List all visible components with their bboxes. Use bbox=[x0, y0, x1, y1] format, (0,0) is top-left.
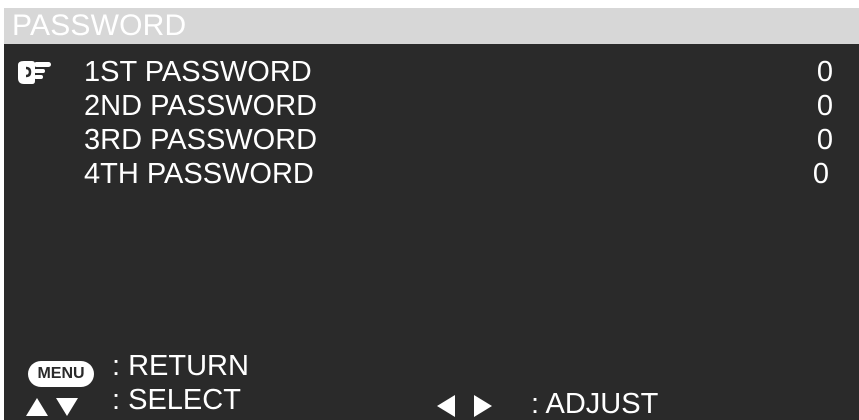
adjust-hint: : ADJUST bbox=[531, 388, 659, 420]
menu-item-3rd-password[interactable]: 3RD PASSWORD 0 bbox=[4, 123, 859, 157]
pointing-hand-icon bbox=[18, 61, 51, 84]
menu-item-1st-password[interactable]: 1ST PASSWORD 0 bbox=[4, 55, 859, 89]
menu-item-label: 4TH PASSWORD bbox=[84, 158, 314, 190]
page-title: PASSWORD bbox=[12, 9, 187, 42]
osd-screen: PASSWORD 1ST PASSWORD 0 2ND PASSWORD 0 3… bbox=[4, 8, 859, 420]
title-bar: PASSWORD bbox=[4, 8, 859, 44]
menu-item-2nd-password[interactable]: 2ND PASSWORD 0 bbox=[4, 89, 859, 123]
select-hint: : SELECT bbox=[112, 384, 241, 416]
menu-item-4th-password[interactable]: 4TH PASSWORD 0 bbox=[4, 157, 859, 191]
triangle-up-icon bbox=[26, 398, 48, 416]
menu-item-label: 1ST PASSWORD bbox=[84, 56, 312, 88]
triangle-down-icon bbox=[56, 398, 78, 416]
menu-item-value: 0 bbox=[816, 90, 833, 122]
triangle-right-icon bbox=[474, 395, 492, 417]
menu-item-label: 2ND PASSWORD bbox=[84, 90, 318, 122]
menu-item-label: 3RD PASSWORD bbox=[84, 124, 318, 156]
menu-item-value: 0 bbox=[816, 124, 833, 156]
menu-button-icon: MENU bbox=[28, 361, 94, 387]
menu-item-value: 0 bbox=[812, 158, 829, 190]
return-hint: : RETURN bbox=[112, 350, 249, 382]
menu-item-value: 0 bbox=[816, 56, 833, 88]
triangle-left-icon bbox=[437, 395, 455, 417]
